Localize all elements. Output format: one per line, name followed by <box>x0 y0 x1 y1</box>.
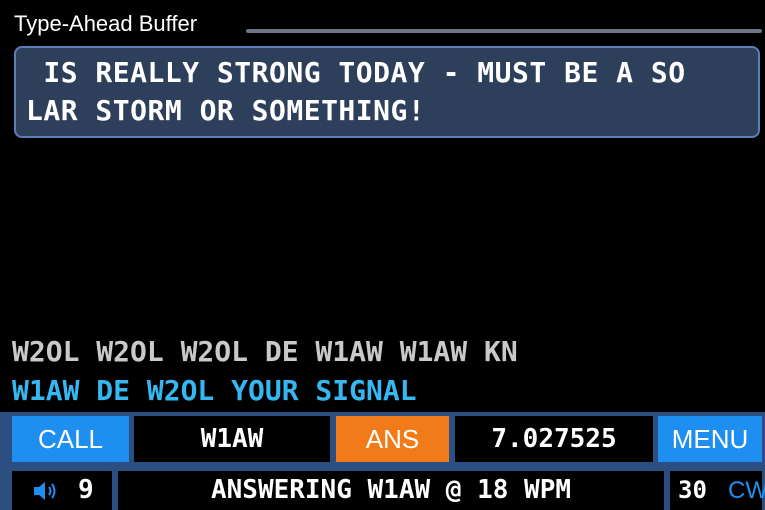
status-bar: 9 ANSWERING W1AW @ 18 WPM 30 CW <box>0 465 765 510</box>
buffer-header: Type-Ahead Buffer <box>14 10 762 38</box>
buffer-line-2: LAR STORM OR SOMETHING! <box>26 94 426 127</box>
volume-control[interactable]: 9 <box>12 471 112 510</box>
transmitted-text-line: W1AW DE W2OL YOUR SIGNAL <box>12 374 417 407</box>
received-text-line: W2OL W2OL W2OL DE W1AW W1AW KN <box>12 335 518 368</box>
frequency-field[interactable]: 7.027525 <box>455 416 653 462</box>
buffer-divider <box>246 29 762 33</box>
speed-value: 30 <box>678 476 707 504</box>
menu-button[interactable]: MENU <box>658 416 762 462</box>
mode-value: CW <box>728 477 765 504</box>
answer-button[interactable]: ANS <box>336 416 449 462</box>
speaker-icon <box>32 479 60 503</box>
buffer-line-1: IS REALLY STRONG TODAY - MUST BE A SO <box>26 56 686 89</box>
call-button[interactable]: CALL <box>12 416 129 462</box>
type-ahead-buffer[interactable]: IS REALLY STRONG TODAY - MUST BE A SO LAR… <box>14 46 760 138</box>
callsign-field[interactable]: W1AW <box>134 416 330 462</box>
volume-value: 9 <box>78 475 94 505</box>
button-bar: CALL W1AW ANS 7.027525 MENU <box>0 412 765 465</box>
cw-keyer-screen: Type-Ahead Buffer IS REALLY STRONG TODAY… <box>0 0 765 510</box>
status-message-panel: ANSWERING W1AW @ 18 WPM <box>118 471 664 510</box>
buffer-title: Type-Ahead Buffer <box>14 11 198 36</box>
status-message: ANSWERING W1AW @ 18 WPM <box>210 475 572 505</box>
speed-mode-control[interactable]: 30 CW <box>670 471 765 510</box>
